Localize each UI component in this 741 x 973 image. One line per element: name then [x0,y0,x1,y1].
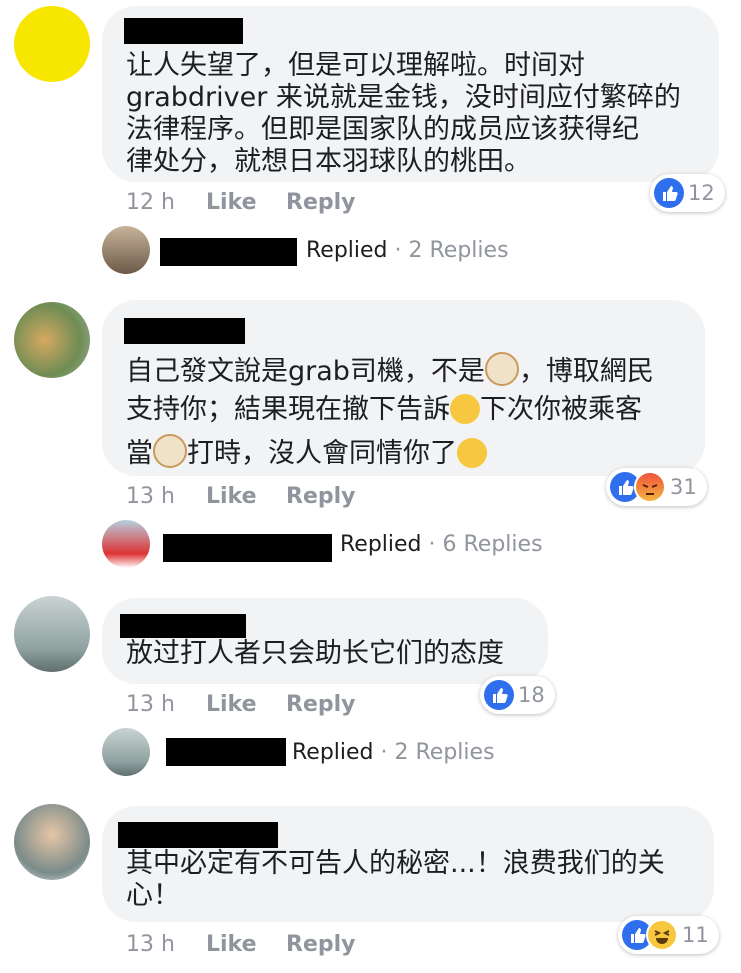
commenter-avatar[interactable] [14,6,90,82]
reaction-summary[interactable]: 12 [650,174,725,212]
commenter-avatar[interactable] [14,804,90,880]
comment-text: 心！ [126,880,180,911]
redacted-name [160,238,297,266]
comment-timestamp[interactable]: 12 h [126,190,175,215]
comment-text: 當 打時，沒人會同情你了 [126,434,487,470]
comment-text: 支持你；結果現在撤下告訴 下次你被乘客 [126,394,642,426]
comment-text-part: 當 [126,438,153,469]
redacted-name [120,614,246,638]
like-reaction-icon [654,178,684,208]
commenter-avatar[interactable] [14,302,90,378]
reply-link[interactable]: Reply [286,692,356,717]
comment-text: grabdriver 来说就是金钱，没时间应付繁碎的 [126,82,681,113]
angry-reaction-icon [634,471,666,503]
comment-timestamp[interactable]: 13 h [126,692,175,717]
haha-reaction-icon [646,919,678,951]
comment-text: 律处分，就想日本羽球队的桃田。 [126,146,531,177]
comment-text-part: 自己發文說是grab司機，不是 [126,356,485,387]
reaction-count: 12 [688,181,715,205]
hushed-face-emoji-icon [450,394,480,424]
replier-avatar[interactable] [102,728,150,776]
reply-link[interactable]: Reply [286,932,356,957]
replies-count: · 2 Replies [380,740,495,765]
like-link[interactable]: Like [206,932,257,957]
comment-text-part: 下次你被乘客 [480,394,642,425]
comment-text-part: 打時，沒人會同情你了 [187,438,457,469]
redacted-name [163,534,332,562]
comment-text: 其中必定有不可告人的秘密...！浪费我们的关 [126,848,665,879]
replier-avatar[interactable] [102,226,150,274]
like-link[interactable]: Like [206,484,257,509]
replies-count: · 2 Replies [394,238,509,263]
replied-label: Replied [306,238,388,263]
replies-count: · 6 Replies [428,532,543,557]
reaction-count: 11 [682,923,709,947]
dog-face-emoji-icon [153,434,187,468]
grinning-face-emoji-icon [457,438,487,468]
comment-text: 让人失望了，但是可以理解啦。时间对 [126,50,585,81]
reaction-summary[interactable]: 11 [618,916,719,954]
dog-face-emoji-icon [484,352,519,386]
comment-text-part: ，博取網民 [518,356,654,387]
redacted-name [166,738,286,766]
reaction-count: 31 [670,475,697,499]
comment-text: 自己發文說是grab司機，不是 ，博取網民 [126,352,654,388]
like-link[interactable]: Like [206,190,257,215]
reaction-summary[interactable]: 18 [480,676,555,714]
reply-link[interactable]: Reply [286,484,356,509]
replies-link[interactable]: Replied · 2 Replies [292,740,495,765]
replies-link[interactable]: Replied · 6 Replies [340,532,543,557]
commenter-avatar[interactable] [14,596,90,672]
comment-text: 法律程序。但即是国家队的成员应该获得纪 [126,114,639,145]
reaction-summary[interactable]: 31 [606,468,707,506]
replier-avatar[interactable] [102,520,150,568]
comment-text: 放过打人者只会助长它们的态度 [126,638,504,669]
like-link[interactable]: Like [206,692,257,717]
reaction-count: 18 [518,683,545,707]
redacted-name [124,18,243,44]
redacted-name [124,318,245,344]
redacted-name [118,822,278,848]
replied-label: Replied [340,532,422,557]
comment-timestamp[interactable]: 13 h [126,932,175,957]
comment-timestamp[interactable]: 13 h [126,484,175,509]
reply-link[interactable]: Reply [286,190,356,215]
like-reaction-icon [484,680,514,710]
comment-text-part: 支持你；結果現在撤下告訴 [126,394,450,425]
replied-label: Replied [292,740,374,765]
replies-link[interactable]: Replied · 2 Replies [306,238,509,263]
